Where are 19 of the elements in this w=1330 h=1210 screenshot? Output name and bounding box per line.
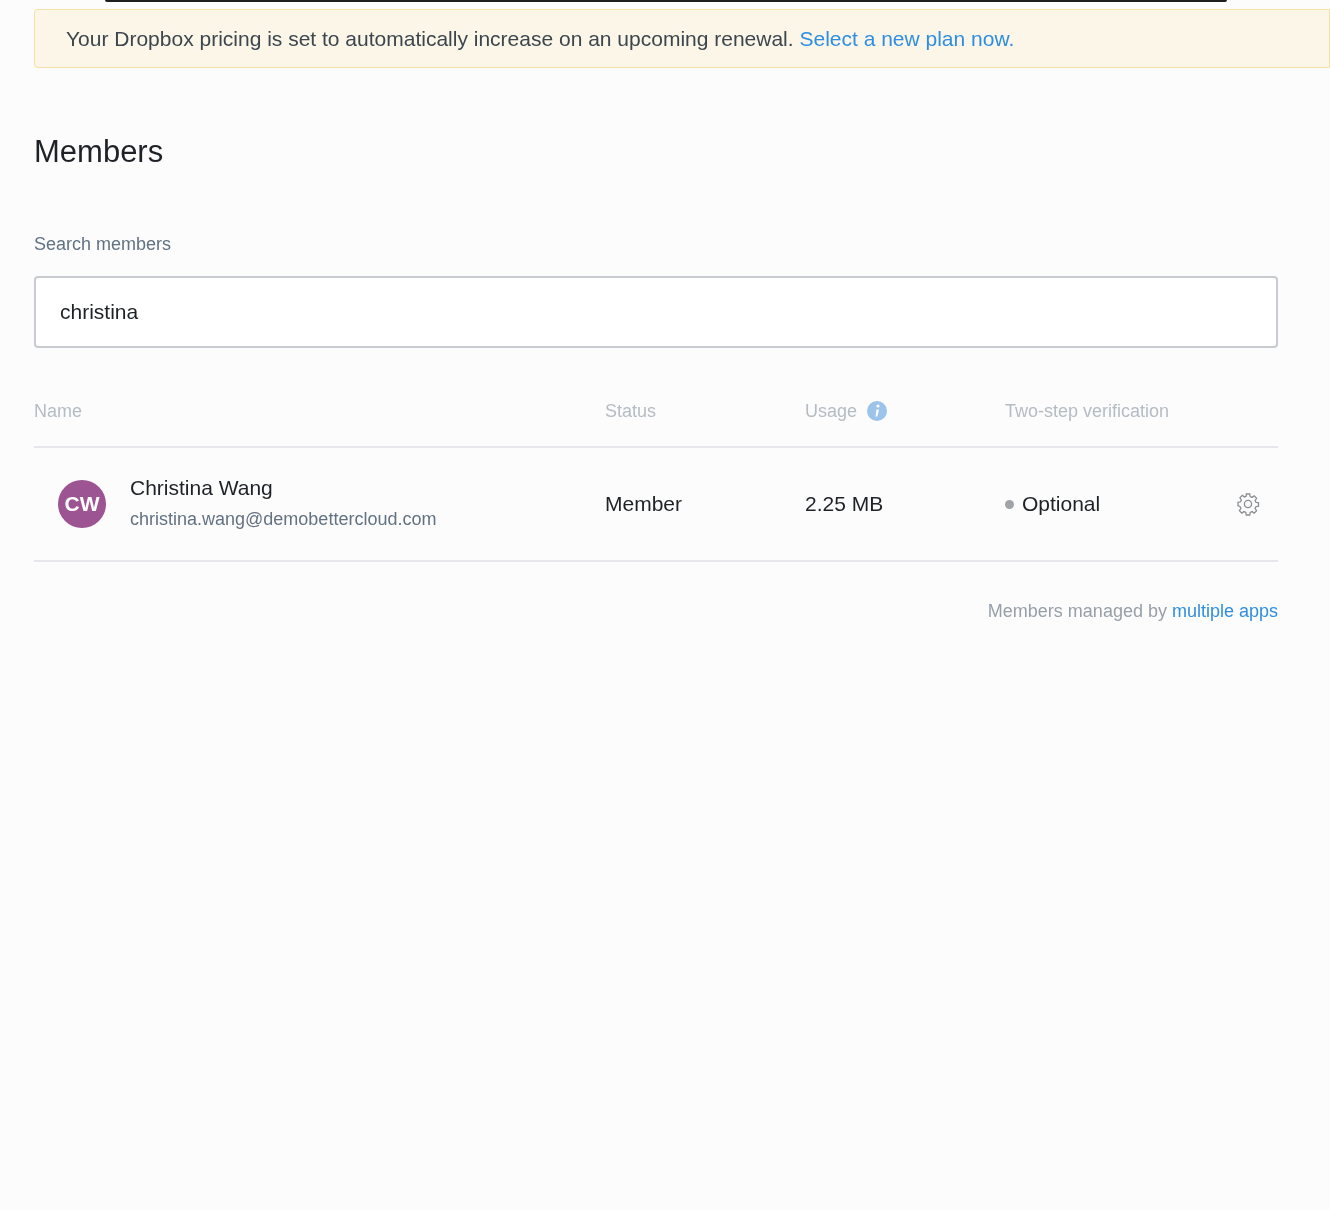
column-header[interactable]: Usage [805, 397, 858, 425]
member-status: Member [605, 491, 684, 518]
select-plan-link[interactable]: Select a new plan now. [799, 26, 1015, 50]
notice-text: Your Dropbox pricing is set to automatically increase on an upcoming renewal. Select a new plan now. [66, 25, 1015, 52]
two-step-status: Optional [1022, 491, 1101, 518]
info-icon[interactable] [867, 401, 888, 421]
member-usage: 2.25 MB [805, 491, 885, 518]
member-name[interactable]: Christina Wang [130, 475, 437, 502]
multiple-apps-link[interactable]: multiple apps [1171, 601, 1278, 621]
page-heading: Members [34, 136, 165, 167]
column-header[interactable]: Two-step verification [1005, 397, 1170, 425]
search-label: Search members [34, 233, 173, 256]
settings-icon[interactable] [1236, 492, 1260, 516]
column-header[interactable]: Status [605, 397, 657, 425]
managed-by-text: Members managed by multiple apps [987, 600, 1278, 623]
column-header[interactable]: Name [34, 397, 82, 425]
member-email: christina.wang@demobettercloud.com [130, 507, 437, 531]
search-field[interactable]: christina [34, 276, 1278, 348]
avatar: CW [58, 480, 106, 528]
